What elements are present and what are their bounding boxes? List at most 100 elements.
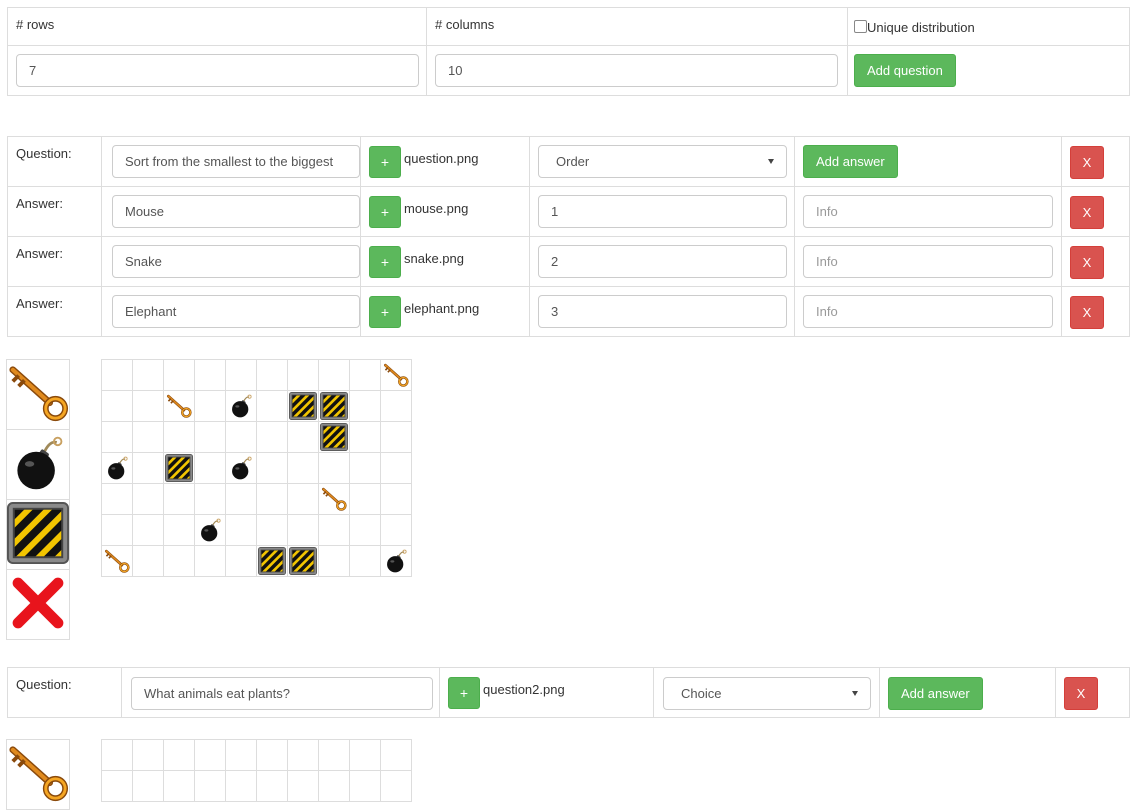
board-cell[interactable] xyxy=(287,421,319,453)
board-cell[interactable] xyxy=(287,514,319,546)
add-image-button[interactable]: + xyxy=(369,246,401,278)
board-cell[interactable] xyxy=(101,739,133,771)
board-cell[interactable] xyxy=(287,452,319,484)
board-cell[interactable] xyxy=(318,452,350,484)
board-cell[interactable] xyxy=(256,452,288,484)
board-cell[interactable] xyxy=(163,514,195,546)
answer-text-input[interactable]: Elephant xyxy=(112,295,360,328)
answer-value-input[interactable]: 2 xyxy=(538,245,787,278)
board-cell[interactable] xyxy=(101,545,133,577)
question-type-select[interactable]: Order xyxy=(538,145,787,178)
board-cell[interactable] xyxy=(349,770,381,802)
board-cell[interactable] xyxy=(132,770,164,802)
add-image-button[interactable]: + xyxy=(369,146,401,178)
board-cell[interactable] xyxy=(132,452,164,484)
unique-distribution-checkbox[interactable] xyxy=(854,20,867,33)
board-cell[interactable] xyxy=(101,483,133,515)
board-cell[interactable] xyxy=(225,514,257,546)
answer-value-input[interactable]: 1 xyxy=(538,195,787,228)
board-cell[interactable] xyxy=(380,514,412,546)
board-cell[interactable] xyxy=(380,452,412,484)
rows-input[interactable]: 7 xyxy=(16,54,419,87)
board-cell[interactable] xyxy=(225,770,257,802)
board-cell[interactable] xyxy=(318,483,350,515)
delete-question-button[interactable]: X xyxy=(1070,146,1104,179)
answer-info-input[interactable]: Info xyxy=(803,245,1053,278)
board-cell[interactable] xyxy=(132,514,164,546)
board-cell[interactable] xyxy=(256,359,288,391)
board-cell[interactable] xyxy=(349,739,381,771)
answer-text-input[interactable]: Mouse xyxy=(112,195,360,228)
board-cell[interactable] xyxy=(101,770,133,802)
board-cell[interactable] xyxy=(256,421,288,453)
board-cell[interactable] xyxy=(163,421,195,453)
board-cell[interactable] xyxy=(318,545,350,577)
answer-value-input[interactable]: 3 xyxy=(538,295,787,328)
delete-answer-button[interactable]: X xyxy=(1070,296,1104,329)
question-text-input[interactable]: Sort from the smallest to the biggest xyxy=(112,145,360,178)
columns-input[interactable]: 10 xyxy=(435,54,838,87)
board-cell[interactable] xyxy=(318,514,350,546)
add-image-button[interactable]: + xyxy=(448,677,480,709)
add-answer-button[interactable]: Add answer xyxy=(803,145,898,178)
palette-bomb-item[interactable] xyxy=(6,429,70,500)
board-cell[interactable] xyxy=(380,421,412,453)
board-cell[interactable] xyxy=(318,739,350,771)
delete-answer-button[interactable]: X xyxy=(1070,246,1104,279)
board-cell[interactable] xyxy=(287,739,319,771)
board-cell[interactable] xyxy=(101,514,133,546)
board-cell[interactable] xyxy=(163,483,195,515)
question-type-select[interactable]: Choice xyxy=(663,677,871,710)
board-cell[interactable] xyxy=(225,359,257,391)
board-cell[interactable] xyxy=(349,452,381,484)
board-cell[interactable] xyxy=(287,390,319,422)
board-cell[interactable] xyxy=(287,483,319,515)
board-cell[interactable] xyxy=(194,545,226,577)
board-cell[interactable] xyxy=(101,390,133,422)
board-cell[interactable] xyxy=(225,483,257,515)
board-cell[interactable] xyxy=(163,359,195,391)
add-image-button[interactable]: + xyxy=(369,296,401,328)
board-cell[interactable] xyxy=(349,359,381,391)
board-cell[interactable] xyxy=(163,739,195,771)
board-cell[interactable] xyxy=(318,421,350,453)
board-cell[interactable] xyxy=(256,390,288,422)
board-cell[interactable] xyxy=(318,770,350,802)
board-cell[interactable] xyxy=(380,545,412,577)
board-cell[interactable] xyxy=(256,514,288,546)
board-cell[interactable] xyxy=(287,545,319,577)
board-cell[interactable] xyxy=(256,770,288,802)
board-cell[interactable] xyxy=(132,483,164,515)
board-cell[interactable] xyxy=(225,452,257,484)
board-cell[interactable] xyxy=(132,359,164,391)
board-cell[interactable] xyxy=(380,770,412,802)
palette-key-item[interactable] xyxy=(6,739,70,810)
board-cell[interactable] xyxy=(225,421,257,453)
board-cell[interactable] xyxy=(163,452,195,484)
palette-erase-item[interactable] xyxy=(6,569,70,640)
delete-answer-button[interactable]: X xyxy=(1070,196,1104,229)
board-cell[interactable] xyxy=(380,390,412,422)
board-cell[interactable] xyxy=(194,483,226,515)
board-cell[interactable] xyxy=(132,739,164,771)
board-cell[interactable] xyxy=(194,739,226,771)
board-cell[interactable] xyxy=(101,452,133,484)
board-cell[interactable] xyxy=(132,390,164,422)
board-cell[interactable] xyxy=(132,545,164,577)
board-cell[interactable] xyxy=(194,770,226,802)
add-answer-button[interactable]: Add answer xyxy=(888,677,983,710)
board-cell[interactable] xyxy=(287,770,319,802)
palette-block-item[interactable] xyxy=(7,500,70,570)
board-cell[interactable] xyxy=(225,739,257,771)
board-cell[interactable] xyxy=(194,390,226,422)
palette-key-item[interactable] xyxy=(6,359,70,430)
board-cell[interactable] xyxy=(163,545,195,577)
board-cell[interactable] xyxy=(194,514,226,546)
board-cell[interactable] xyxy=(380,483,412,515)
add-image-button[interactable]: + xyxy=(369,196,401,228)
board-cell[interactable] xyxy=(349,545,381,577)
question-text-input[interactable]: What animals eat plants? xyxy=(131,677,433,710)
board-cell[interactable] xyxy=(349,390,381,422)
board-cell[interactable] xyxy=(256,739,288,771)
board-cell[interactable] xyxy=(256,483,288,515)
